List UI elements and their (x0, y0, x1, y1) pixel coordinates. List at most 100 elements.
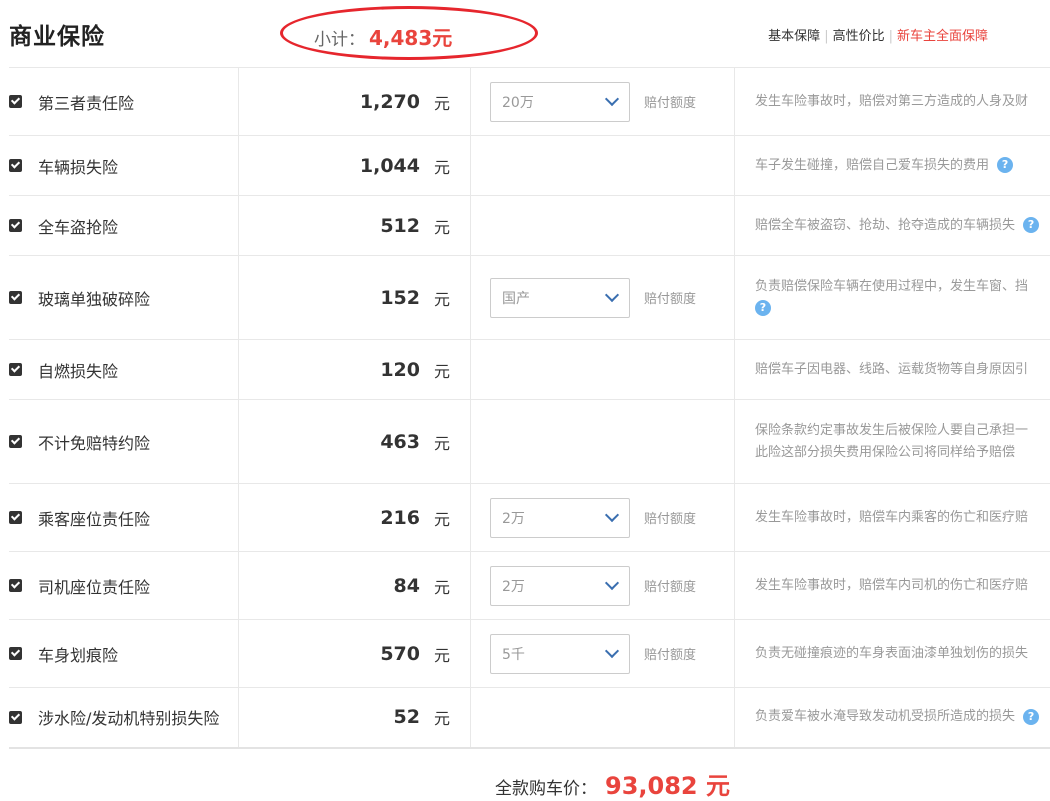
insurance-description-text: 赔偿全车被盗窃、抢劫、抢夺造成的车辆损失 (755, 217, 1016, 233)
insurance-description: 负责无碰撞痕迹的车身表面油漆单独划伤的损失 (735, 643, 1050, 665)
coverage-select-value: 2万 (502, 510, 525, 527)
insurance-description-text: 赔偿车子因电器、线路、运载货物等自身原因引 (755, 361, 1029, 377)
insurance-name: 玻璃单独破碎险 (38, 289, 151, 309)
coverage-select[interactable]: 国产 (490, 277, 630, 318)
help-question-icon[interactable]: ? (1023, 217, 1040, 233)
table-row: 玻璃单独破碎险 152 元 国产 赔付额度 负责赔偿保险车辆在使用过程中，发生车窗、… (9, 255, 1050, 340)
subtotal-value: 4,483元 (369, 26, 453, 50)
insurance-name: 车辆损失险 (38, 157, 119, 177)
insurance-price: 512 (380, 214, 420, 237)
plan-new-owner-link[interactable]: 新车主全面保障 (897, 29, 988, 44)
insurance-name: 车身划痕险 (38, 645, 119, 665)
coverage-select-value: 国产 (502, 290, 530, 307)
insurance-description: 赔偿车子因电器、线路、运载货物等自身原因引 (735, 359, 1050, 381)
table-row: 不计免赔特约险 463 元 保险条款约定事故发生后被保险人要自己承担一 此险这部分损… (9, 399, 1050, 484)
price-unit: 元 (433, 289, 450, 309)
insurance-price: 52 (393, 706, 420, 729)
coverage-select-value: 20万 (502, 94, 534, 111)
insurance-price: 120 (380, 358, 420, 381)
plan-basic-link[interactable]: 基本保障 (768, 29, 820, 44)
insurance-description: 发生车险事故时，赔偿车内司机的伤亡和医疗赔 (735, 575, 1050, 597)
help-question-icon[interactable]: ? (1023, 708, 1040, 725)
insurance-name: 自燃损失险 (38, 361, 119, 381)
plan-links: 基本保障 | 高性价比 | 新车主全面保障 (768, 25, 988, 44)
insurance-price: 463 (380, 430, 420, 453)
help-question-icon[interactable]: ? (997, 157, 1014, 173)
insurance-description: 赔偿全车被盗窃、抢劫、抢夺造成的车辆损失? (735, 215, 1050, 237)
insurance-checkbox[interactable] (9, 511, 22, 524)
subtotal: 小计： 4,483元 (314, 22, 452, 51)
table-row: 涉水险/发动机特别损失险 52 元 负责爱车被水淹导致发动机受损所造成的损失? (9, 687, 1050, 749)
insurance-name: 全车盗抢险 (38, 217, 119, 237)
insurance-name: 涉水险/发动机特别损失险 (38, 709, 220, 729)
plan-separator: | (824, 29, 829, 44)
price-unit: 元 (433, 509, 450, 529)
coverage-label: 赔付额度 (644, 648, 697, 663)
insurance-checkbox[interactable] (9, 435, 22, 448)
total-price-label: 全款购车价： (495, 779, 597, 799)
insurance-name: 不计免赔特约险 (38, 433, 151, 453)
insurance-checkbox[interactable] (9, 159, 22, 172)
insurance-price: 84 (393, 574, 420, 597)
chevron-down-icon (604, 287, 620, 303)
price-unit: 元 (433, 577, 450, 597)
plan-value-link[interactable]: 高性价比 (833, 29, 885, 44)
insurance-description-text: 发生车险事故时，赔偿车内司机的伤亡和医疗赔 (755, 577, 1029, 593)
insurance-description-text: 发生车险事故时，赔偿车内乘客的伤亡和医疗赔 (755, 509, 1029, 525)
coverage-label: 赔付额度 (644, 292, 697, 307)
subtotal-label: 小计： (314, 30, 365, 50)
insurance-description: 发生车险事故时，赔偿车内乘客的伤亡和医疗赔 (735, 507, 1050, 529)
insurance-name: 乘客座位责任险 (38, 509, 151, 529)
insurance-checkbox[interactable] (9, 710, 22, 724)
price-unit: 元 (433, 645, 450, 665)
insurance-description: 负责爱车被水淹导致发动机受损所造成的损失? (735, 706, 1050, 728)
chevron-down-icon (604, 91, 620, 107)
chevron-down-icon (604, 575, 620, 591)
price-unit: 元 (433, 361, 450, 381)
table-row: 车身划痕险 570 元 5千 赔付额度 负责无碰撞痕迹的车身表面油漆单独划伤的损失 (9, 619, 1050, 688)
page-title: 商业保险 (9, 24, 105, 50)
insurance-checkbox[interactable] (9, 219, 22, 232)
price-unit: 元 (433, 217, 450, 237)
price-unit: 元 (433, 93, 450, 113)
coverage-select[interactable]: 2万 (490, 565, 630, 606)
table-row: 乘客座位责任险 216 元 2万 赔付额度 发生车险事故时，赔偿车内乘客的伤亡和医疗… (9, 483, 1050, 552)
insurance-price: 1,044 (359, 154, 420, 177)
coverage-select-value: 5千 (502, 646, 525, 663)
insurance-name: 第三者责任险 (38, 93, 135, 113)
insurance-price: 152 (380, 286, 420, 309)
table-row: 全车盗抢险 512 元 赔偿全车被盗窃、抢劫、抢夺造成的车辆损失? (9, 195, 1050, 256)
coverage-select[interactable]: 2万 (490, 497, 630, 538)
insurance-checkbox[interactable] (9, 579, 22, 592)
insurance-description: 保险条款约定事故发生后被保险人要自己承担一 此险这部分损失费用保险公司将同样给予赔… (735, 420, 1050, 464)
insurance-price: 570 (380, 642, 420, 665)
price-unit: 元 (433, 709, 450, 729)
insurance-description: 负责赔偿保险车辆在使用过程中，发生车窗、挡? (735, 276, 1050, 320)
insurance-checkbox[interactable] (9, 291, 22, 304)
price-unit: 元 (433, 433, 450, 453)
insurance-description-text: 保险条款约定事故发生后被保险人要自己承担一 (755, 422, 1029, 438)
chevron-down-icon (604, 643, 620, 659)
help-question-icon[interactable]: ? (755, 300, 771, 316)
insurance-checkbox[interactable] (9, 95, 22, 108)
coverage-select[interactable]: 5千 (490, 633, 630, 674)
coverage-label: 赔付额度 (644, 96, 697, 111)
coverage-label: 赔付额度 (644, 512, 697, 527)
insurance-price: 1,270 (359, 90, 420, 113)
insurance-description: 车子发生碰撞，赔偿自己爱车损失的费用? (735, 155, 1050, 177)
table-row: 第三者责任险 1,270 元 20万 赔付额度 发生车险事故时，赔偿对第三方造成的人… (9, 67, 1050, 136)
insurance-description-text: 负责爱车被水淹导致发动机受损所造成的损失 (755, 709, 1016, 725)
plan-separator: | (888, 29, 893, 44)
insurance-description-text-line2: 此险这部分损失费用保险公司将同样给予赔偿 (755, 444, 1016, 460)
table-row: 司机座位责任险 84 元 2万 赔付额度 发生车险事故时，赔偿车内司机的伤亡和医疗赔 (9, 551, 1050, 620)
price-unit: 元 (433, 157, 450, 177)
page-header: 商业保险 小计： 4,483元 基本保障 | 高性价比 | 新车主全面保障 (0, 0, 1050, 68)
coverage-select[interactable]: 20万 (490, 81, 630, 122)
table-row: 自燃损失险 120 元 赔偿车子因电器、线路、运载货物等自身原因引 (9, 339, 1050, 400)
insurance-description: 发生车险事故时，赔偿对第三方造成的人身及财 (735, 91, 1050, 113)
insurance-description-text: 发生车险事故时，赔偿对第三方造成的人身及财 (755, 93, 1029, 109)
insurance-price: 216 (380, 506, 420, 529)
insurance-checkbox[interactable] (9, 647, 22, 660)
insurance-description-text: 负责赔偿保险车辆在使用过程中，发生车窗、挡 (755, 278, 1029, 294)
insurance-checkbox[interactable] (9, 363, 22, 376)
